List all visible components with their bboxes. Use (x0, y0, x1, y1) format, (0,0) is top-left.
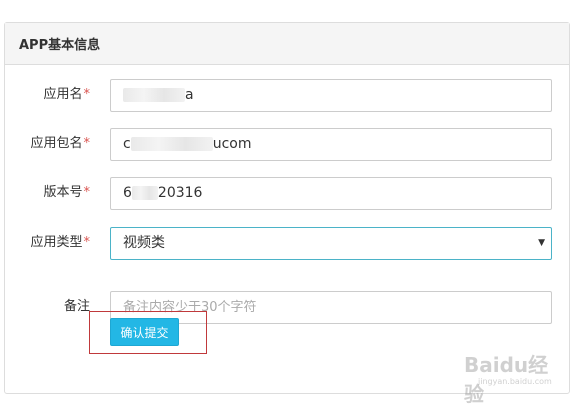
redacted-text (130, 137, 213, 151)
redacted-text (131, 186, 158, 200)
submit-button[interactable]: 确认提交 (110, 318, 179, 346)
remark-label: 备注 (63, 299, 90, 314)
redacted-text (123, 88, 185, 102)
app-type-label: 应用类型* (30, 235, 90, 250)
app-type-select[interactable]: 视频类 ▼ (110, 227, 552, 260)
package-name-input[interactable]: c ucom (110, 128, 552, 161)
chevron-down-icon: ▼ (538, 238, 545, 248)
submit-highlight-box: 确认提交 (89, 311, 207, 354)
app-name-label: 应用名* (43, 87, 90, 102)
app-name-input[interactable]: a (110, 79, 552, 112)
version-input[interactable]: 6 20316 (110, 177, 552, 210)
panel-title: APP基本信息 (5, 23, 569, 65)
version-label: 版本号* (43, 185, 90, 200)
package-name-label: 应用包名* (30, 136, 90, 151)
